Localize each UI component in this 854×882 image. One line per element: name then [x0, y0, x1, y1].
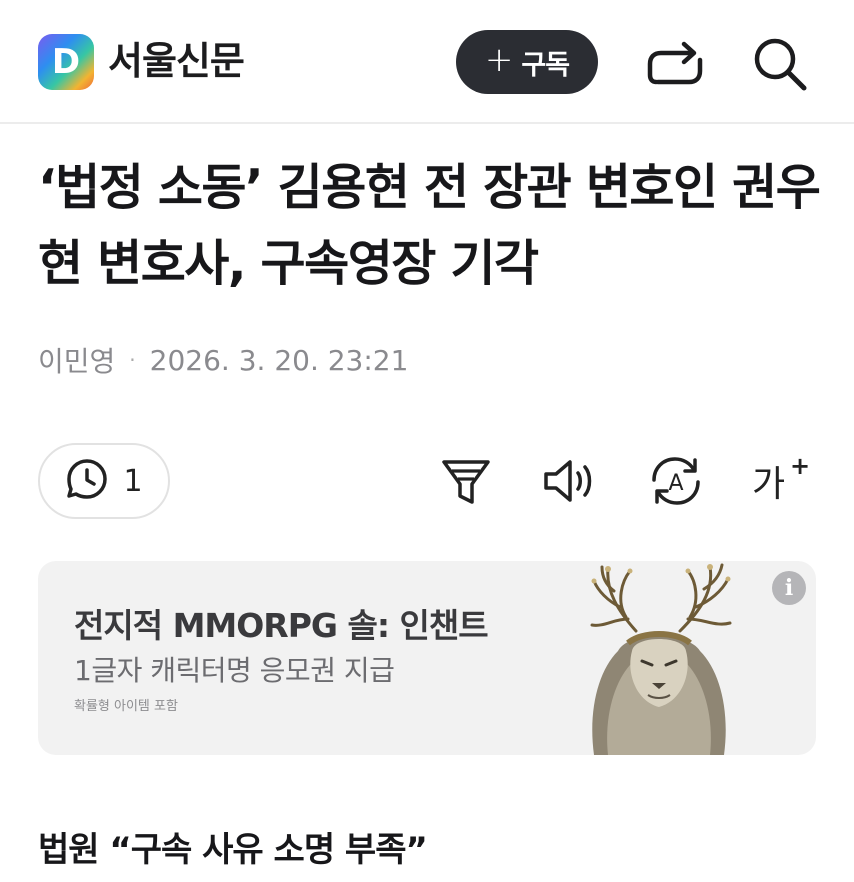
- font-size-plus: +: [790, 452, 810, 480]
- plus-icon: +: [484, 40, 514, 80]
- ad-subtitle: 1글자 캐릭터명 응모권 지급: [74, 654, 395, 687]
- translate-letter: A: [668, 471, 683, 496]
- top-bar: D 서울신문 + 구독: [0, 0, 854, 124]
- summary-filter-icon[interactable]: [436, 452, 496, 510]
- brand-name[interactable]: 서울신문: [108, 36, 245, 86]
- article-headline: ‘법정 소동’ 김용현 전 장관 변호인 권우현 변호사, 구속영장 기각: [38, 159, 821, 292]
- article-subheading: 법원 “구속 사유 소명 부족”: [38, 830, 428, 870]
- logo[interactable]: D: [38, 34, 94, 90]
- ad-banner[interactable]: 전지적 MMORPG 솔: 인챈트 1글자 캐릭터명 응모권 지급 확률형 아이…: [38, 561, 816, 755]
- subscribe-button[interactable]: + 구독: [456, 30, 598, 94]
- byline-separator: ·: [129, 348, 136, 372]
- font-size-label: 가: [752, 464, 785, 505]
- author-name[interactable]: 이민영: [38, 340, 115, 380]
- byline: 이민영 · 2026. 3. 20. 23:21: [38, 340, 408, 380]
- comment-count: 1: [123, 463, 143, 499]
- comment-clock-icon: [65, 457, 109, 505]
- speaker-icon[interactable]: [540, 452, 600, 510]
- ad-title: 전지적 MMORPG 솔: 인챈트: [74, 606, 489, 645]
- font-size-icon[interactable]: 가 +: [750, 452, 810, 510]
- search-icon[interactable]: [750, 34, 810, 94]
- share-icon[interactable]: [644, 36, 706, 92]
- publish-datetime: 2026. 3. 20. 23:21: [149, 343, 409, 377]
- translate-icon[interactable]: A: [646, 452, 706, 510]
- ad-note: 확률형 아이템 포함: [74, 699, 178, 714]
- ad-lion-image: [558, 561, 778, 755]
- logo-letter: D: [51, 42, 81, 82]
- subscribe-label: 구독: [521, 49, 570, 81]
- info-icon[interactable]: i: [772, 571, 806, 605]
- comment-button[interactable]: 1: [38, 443, 170, 519]
